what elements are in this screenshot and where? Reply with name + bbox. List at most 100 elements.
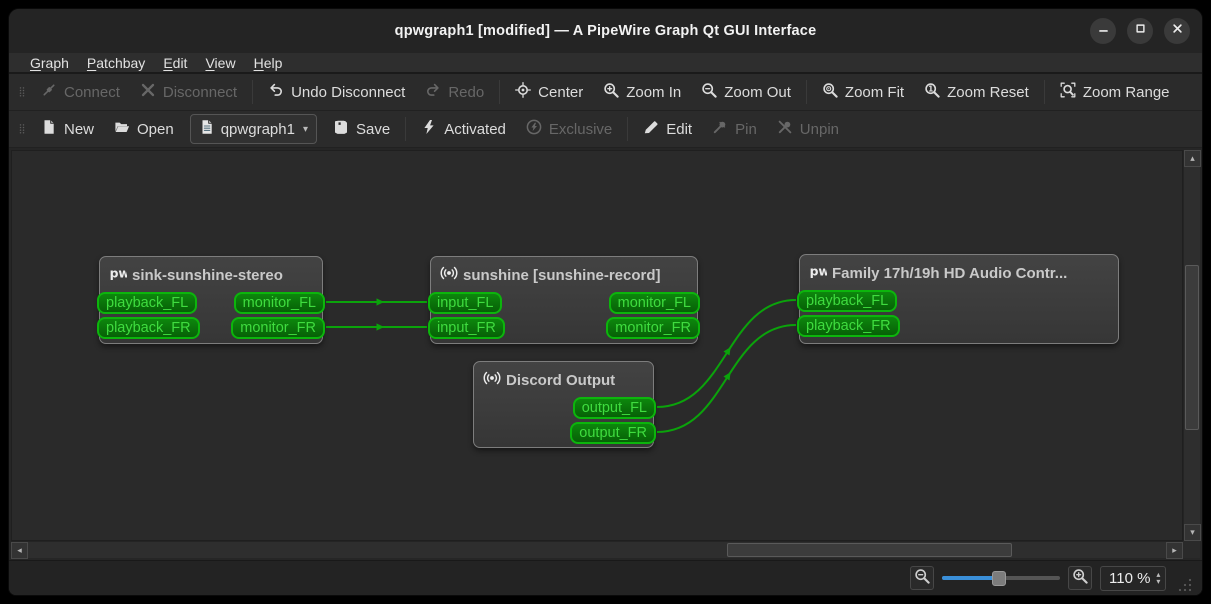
toolbar-graph: Connect Disconnect Undo Disconnect Redo Cent… — [9, 74, 1202, 111]
spin-down-button[interactable]: ▾ — [1156, 578, 1160, 586]
zoom-level-value: 110 % — [1109, 569, 1151, 587]
toolbar-drag-handle[interactable] — [16, 79, 28, 105]
graph-canvas[interactable]: pwsink-sunshine-stereoplayback_FLplaybac… — [11, 150, 1183, 541]
port-playback_FR[interactable]: playback_FR — [797, 315, 900, 337]
node-title: Discord Output — [474, 362, 653, 391]
minimize-button[interactable] — [1090, 18, 1116, 44]
unpin-icon — [777, 119, 793, 139]
zoom-out-label: Zoom Out — [724, 83, 791, 101]
port-playback_FL[interactable]: playback_FL — [797, 290, 898, 312]
zoom-range-icon — [1060, 82, 1076, 102]
zoom-fit-label: Zoom Fit — [844, 83, 905, 101]
connection-edges-layer — [326, 298, 797, 433]
port-output_FR[interactable]: output_FR — [570, 422, 656, 444]
zoom-reset-button[interactable]: 1 Zoom Reset — [914, 77, 1039, 107]
edit-button[interactable]: Edit — [633, 114, 702, 144]
svg-text:pw: pw — [810, 264, 827, 278]
open-button[interactable]: Open — [104, 114, 184, 144]
zoom-slider-fill — [942, 576, 999, 580]
save-label: Save — [355, 120, 391, 138]
scroll-up-button[interactable]: ▴ — [1184, 150, 1201, 167]
menu-help[interactable]: Help — [245, 54, 292, 72]
open-label: Open — [137, 120, 174, 138]
svg-text:pw: pw — [110, 266, 127, 280]
scroll-left-button[interactable]: ◂ — [11, 542, 28, 559]
titlebar[interactable]: qpwgraph1 [modified] — A PipeWire Graph … — [9, 9, 1202, 53]
edge-arrow — [376, 298, 385, 306]
port-monitor_FR[interactable]: monitor_FR — [606, 317, 700, 339]
graph-view-frame: pwsink-sunshine-stereoplayback_FLplaybac… — [9, 148, 1202, 560]
horizontal-scrollbar[interactable]: ◂ ▸ — [11, 541, 1183, 559]
edit-pencil-icon — [643, 119, 659, 139]
port-monitor_FL[interactable]: monitor_FL — [233, 292, 325, 314]
redo-icon — [425, 82, 441, 102]
port-playback_FL[interactable]: playback_FL — [97, 292, 198, 314]
statusbar-zoom-in-button[interactable] — [1068, 566, 1092, 590]
port-monitor_FL[interactable]: monitor_FL — [608, 292, 700, 314]
scroll-down-button[interactable]: ▾ — [1184, 524, 1201, 541]
undo-icon — [268, 82, 284, 102]
port-output_FL[interactable]: output_FL — [572, 397, 656, 419]
patchbay-preset-dropdown[interactable]: qpwgraph1 ▾ — [189, 114, 317, 144]
minimize-icon — [1096, 21, 1111, 41]
statusbar: 110 % ▴ ▾ — [9, 560, 1202, 595]
zoom-in-label: Zoom In — [626, 83, 682, 101]
save-icon — [333, 119, 349, 139]
disconnect-icon — [140, 82, 156, 102]
menu-graph[interactable]: Graph — [21, 54, 78, 72]
toolbar-separator — [805, 80, 807, 104]
node-sunshine[interactable]: sunshine [sunshine-record] input_FL input_… — [428, 256, 700, 344]
close-icon — [1170, 21, 1185, 41]
zoom-out-button[interactable]: Zoom Out — [691, 77, 801, 107]
menu-edit[interactable]: Edit — [154, 54, 196, 72]
center-button[interactable]: Center — [505, 77, 593, 107]
vertical-scrollbar[interactable]: ▴ ▾ — [1183, 150, 1201, 541]
maximize-button[interactable] — [1127, 18, 1153, 44]
edge-arrow — [376, 323, 385, 331]
close-button[interactable] — [1164, 18, 1190, 44]
menu-view[interactable]: View — [196, 54, 244, 72]
toolbar-separator — [252, 80, 254, 104]
edit-label: Edit — [666, 120, 693, 138]
zoom-out-icon — [701, 82, 717, 102]
pipewire-icon: pw — [109, 264, 130, 286]
statusbar-zoom-out-button[interactable] — [910, 566, 934, 590]
node-sink[interactable]: pwsink-sunshine-stereo playback_FLplaybac… — [97, 256, 325, 344]
port-monitor_FR[interactable]: monitor_FR — [231, 317, 325, 339]
zoom-reset-icon: 1 — [924, 82, 940, 102]
zoom-out-icon — [914, 568, 930, 589]
horizontal-scroll-thumb[interactable] — [727, 543, 1012, 557]
disconnect-button: Disconnect — [130, 77, 247, 107]
node-family[interactable]: pwFamily 17h/19h HD Audio Contr... playba… — [797, 254, 1119, 344]
zoom-in-icon — [603, 82, 619, 102]
zoom-spinbox[interactable]: 110 % ▴ ▾ — [1100, 565, 1166, 591]
zoom-range-button[interactable]: Zoom Range — [1050, 77, 1180, 107]
new-label: New — [64, 120, 95, 138]
zoom-slider[interactable] — [942, 569, 1060, 587]
port-input_FR[interactable]: input_FR — [428, 317, 505, 339]
node-discord[interactable]: Discord Output output_FL output_FR — [473, 361, 656, 448]
pin-icon — [712, 119, 728, 139]
new-button[interactable]: New — [31, 114, 104, 144]
node-title: sunshine [sunshine-record] — [431, 257, 697, 286]
menu-patchbay[interactable]: Patchbay — [78, 54, 154, 72]
activated-bolt-icon — [421, 119, 437, 139]
toolbar-separator — [627, 117, 629, 141]
zoom-in-button[interactable]: Zoom In — [593, 77, 691, 107]
toolbar-patchbay: New Open qpwgraph1 ▾ Save Activated Exclusive E… — [9, 111, 1202, 148]
zoom-reset-label: Zoom Reset — [947, 83, 1029, 101]
activated-button[interactable]: Activated — [411, 114, 516, 144]
undo-disconnect-button[interactable]: Undo Disconnect — [258, 77, 415, 107]
port-input_FL[interactable]: input_FL — [428, 292, 503, 314]
zoom-fit-button[interactable]: Zoom Fit — [812, 77, 914, 107]
connect-button: Connect — [31, 77, 130, 107]
save-button[interactable]: Save — [323, 114, 400, 144]
vertical-scroll-thumb[interactable] — [1185, 265, 1199, 430]
pipewire-icon: pw — [809, 262, 830, 284]
scroll-right-button[interactable]: ▸ — [1166, 542, 1183, 559]
zoom-slider-handle[interactable] — [991, 570, 1006, 586]
port-playback_FR[interactable]: playback_FR — [97, 317, 200, 339]
toolbar-drag-handle[interactable] — [16, 116, 28, 142]
exclusive-bolt-icon — [526, 119, 542, 139]
window-resize-grip[interactable] — [1178, 578, 1192, 592]
